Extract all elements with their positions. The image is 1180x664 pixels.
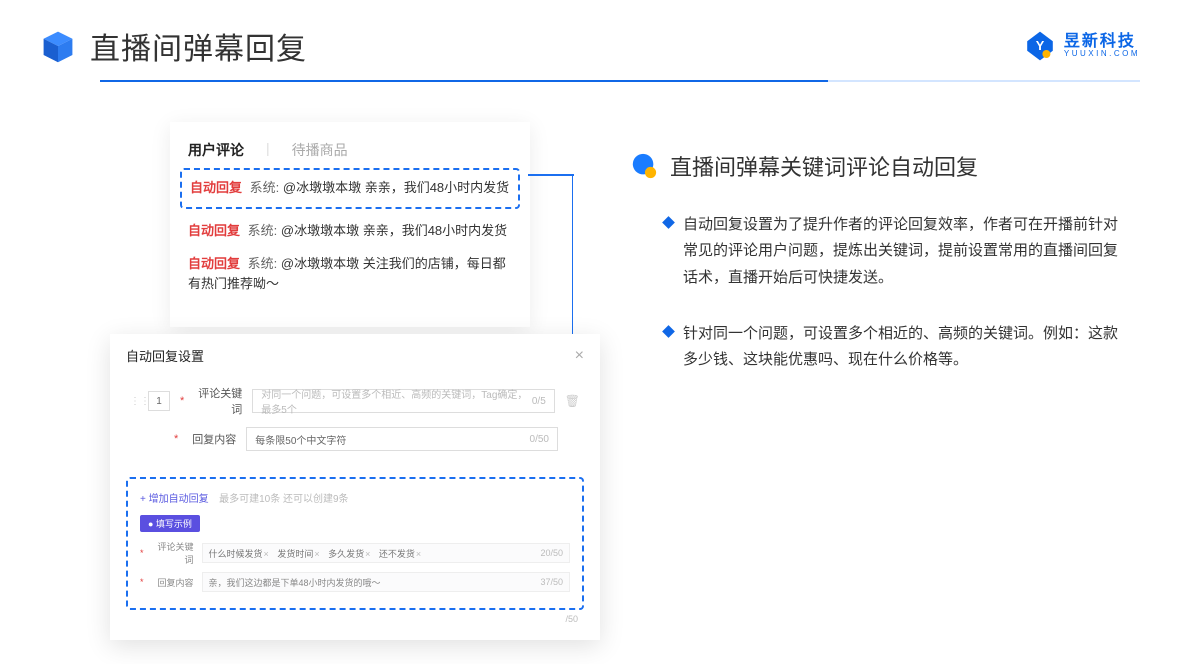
auto-reply-tag: 自动回复 xyxy=(190,180,242,195)
header-left: 直播间弹幕回复 xyxy=(40,24,307,68)
highlighted-comment: 自动回复 系统: @冰墩墩本墩 亲亲，我们48小时内发货 xyxy=(180,168,520,209)
auto-reply-settings-modal: 自动回复设置 × ⋮⋮ 1 * 评论关键词 对同一个问题，可设置多个相近、高频的… xyxy=(110,334,600,640)
system-label: 系统: xyxy=(250,180,280,195)
example-kw-label: 评论关键词 xyxy=(152,540,194,566)
close-icon[interactable]: × xyxy=(575,347,584,365)
example-reply-text: 亲，我们这边都是下单48小时内发货的哦～ xyxy=(209,576,381,589)
bullet-item: 针对同一个问题，可设置多个相近的、高频的关键词。例如：这款多少钱、这块能优惠吗、… xyxy=(630,321,1130,374)
comment-panel: 用户评论 | 待播商品 自动回复 系统: @冰墩墩本墩 亲亲，我们48小时内发货… xyxy=(170,122,530,327)
example-area: + 增加自动回复 最多可建10条 还可以创建9条 ● 填写示例 * 评论关键词 … xyxy=(126,477,584,610)
bullet-text: 针对同一个问题，可设置多个相近的、高频的关键词。例如：这款多少钱、这块能优惠吗、… xyxy=(683,321,1130,374)
add-limit-tip: 最多可建10条 还可以创建9条 xyxy=(219,494,348,505)
system-label: 系统: xyxy=(248,223,278,238)
keyword-row: ⋮⋮ 1 * 评论关键词 对同一个问题，可设置多个相近、高频的关键词，Tag确定… xyxy=(130,385,580,417)
brand-logo-block: Y 昱新科技 YUUXIN.COM xyxy=(1024,30,1140,62)
reply-input[interactable]: 每条限50个中文字符 0/50 xyxy=(246,427,558,451)
bubble-icon xyxy=(630,152,658,180)
example-kw-input[interactable]: 什么时候发货× 发货时间× 多久发货× 还不发货× 20/50 xyxy=(202,543,570,563)
form-rule-block: ⋮⋮ 1 * 评论关键词 对同一个问题，可设置多个相近、高频的关键词，Tag确定… xyxy=(126,379,584,467)
tab-pending-products[interactable]: 待播商品 xyxy=(292,140,348,160)
required-dot: * xyxy=(174,433,178,445)
page-header: 直播间弹幕回复 Y 昱新科技 YUUXIN.COM xyxy=(0,0,1180,68)
outer-counter: /50 xyxy=(126,610,584,624)
keyword-input[interactable]: 对同一个问题，可设置多个相近、高频的关键词，Tag确定，最多5个 0/5 xyxy=(252,389,554,413)
section-header: 直播间弹幕关键词评论自动回复 xyxy=(630,150,1130,182)
example-keyword-row: * 评论关键词 什么时候发货× 发货时间× 多久发货× 还不发货× 20/50 xyxy=(140,540,570,566)
system-label: 系统: xyxy=(248,256,278,271)
tab-user-comments[interactable]: 用户评论 xyxy=(188,140,244,160)
input-placeholder: 对同一个问题，可设置多个相近、高频的关键词，Tag确定，最多5个 xyxy=(261,386,532,416)
comment-row: 自动回复 系统: @冰墩墩本墩 关注我们的店铺，每日都有热门推荐呦～ xyxy=(188,254,512,296)
add-auto-reply-row: + 增加自动回复 最多可建10条 还可以创建9条 xyxy=(140,489,570,507)
comment-tabs: 用户评论 | 待播商品 xyxy=(188,140,512,160)
connector-line-h1 xyxy=(528,174,574,176)
drag-handle-icon[interactable]: ⋮⋮ xyxy=(130,396,138,407)
example-reply-input[interactable]: 亲，我们这边都是下单48小时内发货的哦～ 37/50 xyxy=(202,572,570,592)
example-kw-tags: 什么时候发货× 发货时间× 多久发货× 还不发货× xyxy=(209,547,428,560)
diamond-icon xyxy=(662,325,675,338)
bullet-text: 自动回复设置为了提升作者的评论回复效率，作者可在开播前针对常见的评论用户问题，提… xyxy=(683,212,1130,291)
field-label-reply: 回复内容 xyxy=(188,431,236,447)
required-dot: * xyxy=(180,395,184,407)
auto-reply-tag: 自动回复 xyxy=(188,256,240,271)
example-reply-counter: 37/50 xyxy=(540,577,563,587)
brand-name-cn: 昱新科技 xyxy=(1064,34,1140,50)
section-title: 直播间弹幕关键词评论自动回复 xyxy=(670,150,978,182)
page-title: 直播间弹幕回复 xyxy=(90,24,307,68)
comment-text: @冰墩墩本墩 亲亲，我们48小时内发货 xyxy=(281,223,507,238)
left-column: 用户评论 | 待播商品 自动回复 系统: @冰墩墩本墩 亲亲，我们48小时内发货… xyxy=(110,122,580,403)
auto-reply-tag: 自动回复 xyxy=(188,223,240,238)
cube-icon xyxy=(40,28,76,64)
diamond-icon xyxy=(662,216,675,229)
content-area: 用户评论 | 待播商品 自动回复 系统: @冰墩墩本墩 亲亲，我们48小时内发货… xyxy=(0,82,1180,403)
brand-mark-icon: Y xyxy=(1024,30,1056,62)
field-label-keyword: 评论关键词 xyxy=(194,385,242,417)
bullet-item: 自动回复设置为了提升作者的评论回复效率，作者可在开播前针对常见的评论用户问题，提… xyxy=(630,212,1130,291)
example-kw-counter: 20/50 xyxy=(540,548,563,558)
comment-text: @冰墩墩本墩 亲亲，我们48小时内发货 xyxy=(283,180,509,195)
brand-text: 昱新科技 YUUXIN.COM xyxy=(1064,34,1140,58)
example-reply-label: 回复内容 xyxy=(152,576,194,589)
example-badge: ● 填写示例 xyxy=(140,515,200,532)
svg-text:Y: Y xyxy=(1036,38,1045,53)
modal-title: 自动回复设置 xyxy=(126,346,204,365)
required-dot: * xyxy=(140,577,144,587)
input-placeholder: 每条限50个中文字符 xyxy=(255,432,346,447)
keyword-counter: 0/5 xyxy=(532,396,546,407)
tab-separator: | xyxy=(266,140,270,160)
delete-icon[interactable]: 🗑 xyxy=(565,394,580,408)
reply-row: * 回复内容 每条限50个中文字符 0/50 xyxy=(130,427,580,451)
sequence-box: 1 xyxy=(148,391,170,411)
right-column: 直播间弹幕关键词评论自动回复 自动回复设置为了提升作者的评论回复效率，作者可在开… xyxy=(630,122,1130,403)
reply-counter: 0/50 xyxy=(530,434,549,445)
comment-row: 自动回复 系统: @冰墩墩本墩 亲亲，我们48小时内发货 xyxy=(190,178,510,199)
add-auto-reply-link[interactable]: + 增加自动回复 xyxy=(140,494,209,505)
modal-header: 自动回复设置 × xyxy=(126,346,584,365)
comment-row: 自动回复 系统: @冰墩墩本墩 亲亲，我们48小时内发货 xyxy=(188,221,512,242)
brand-name-en: YUUXIN.COM xyxy=(1064,50,1140,58)
example-reply-row: * 回复内容 亲，我们这边都是下单48小时内发货的哦～ 37/50 xyxy=(140,572,570,592)
required-dot: * xyxy=(140,548,144,558)
